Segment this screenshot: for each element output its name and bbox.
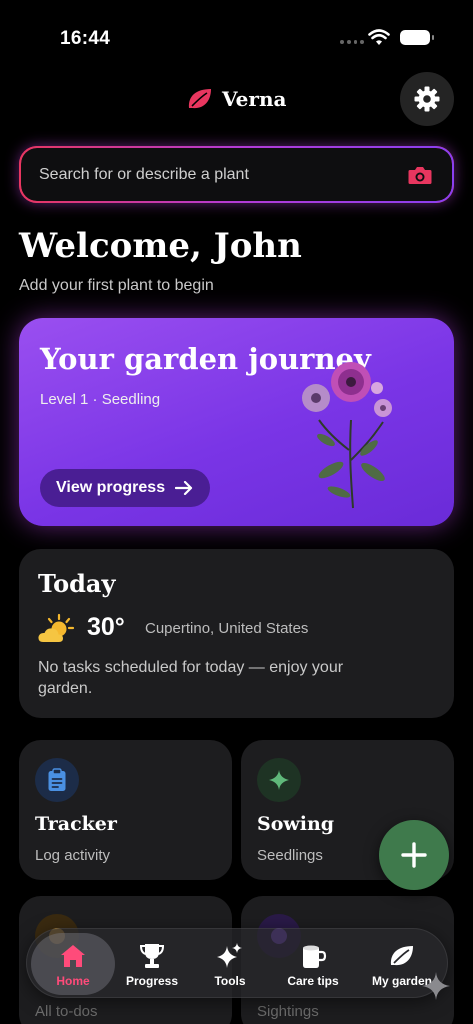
nav-tools[interactable]: Tools: [193, 933, 267, 995]
tracker-title: Tracker: [35, 813, 117, 835]
tracker-subtitle: Log activity: [35, 847, 111, 864]
nav-home-label: Home: [56, 974, 90, 988]
sowing-icon-badge: [257, 758, 301, 802]
plus-icon: [401, 842, 427, 868]
leaf-icon: [390, 946, 413, 966]
trophy-icon: [139, 944, 165, 968]
status-time: 16:44: [60, 28, 111, 49]
search-input[interactable]: [39, 148, 379, 201]
partly-cloudy-icon: [38, 613, 75, 642]
nav-care-tips-label: Care tips: [287, 974, 339, 988]
sightings-subtitle: Sightings: [257, 1003, 319, 1020]
garden-journey-card[interactable]: Your garden journey Level 1 · Seedling V…: [19, 318, 454, 526]
bottom-nav: Home Progress Tools Care tips My garden: [26, 928, 448, 998]
nav-care-tips[interactable]: Care tips: [273, 933, 353, 995]
cellular-signal-icon: [340, 40, 364, 46]
nav-home[interactable]: Home: [31, 933, 115, 995]
nav-progress[interactable]: Progress: [115, 933, 189, 995]
battery-icon: [400, 30, 434, 45]
view-progress-button[interactable]: View progress: [40, 469, 210, 507]
temperature: 30°: [87, 613, 125, 641]
nav-tools-label: Tools: [214, 974, 246, 988]
camera-icon[interactable]: [407, 164, 433, 186]
status-bar: 16:44: [0, 0, 473, 76]
arrow-right-icon: [175, 481, 193, 495]
tracker-icon-badge: [35, 758, 79, 802]
today-title: Today: [38, 569, 116, 598]
location: Cupertino, United States: [145, 620, 309, 637]
todos-subtitle: All to-dos: [35, 1003, 98, 1020]
flower-illustration-icon: [302, 362, 392, 509]
sowing-subtitle: Seedlings: [257, 847, 323, 864]
gear-icon: [414, 86, 440, 112]
welcome-title: Welcome, John: [19, 226, 302, 266]
sparkle-decoration-icon: [422, 972, 450, 1000]
welcome-subtitle: Add your first plant to begin: [19, 277, 214, 294]
search-bar[interactable]: [19, 146, 454, 203]
today-message: No tasks scheduled for today — enjoy you…: [38, 659, 344, 697]
app-brand: Verna: [186, 84, 286, 114]
leaf-logo-icon: [188, 89, 211, 109]
sparkle-icon: [269, 770, 289, 790]
journey-level: Level 1 · Seedling: [40, 391, 161, 408]
clipboard-icon: [48, 768, 66, 791]
add-plant-button[interactable]: [379, 820, 449, 890]
home-icon: [61, 945, 85, 967]
view-progress-label: View progress: [56, 479, 166, 496]
sparkles-icon: [217, 943, 242, 968]
app-name: Verna: [222, 87, 287, 111]
wifi-icon: [368, 29, 390, 45]
tracker-tile[interactable]: Tracker Log activity: [19, 740, 232, 880]
settings-button[interactable]: [400, 72, 454, 126]
nav-progress-label: Progress: [125, 974, 179, 988]
today-card[interactable]: Today 30° Cupertino, United States No ta…: [19, 549, 454, 718]
cup-icon: [303, 945, 327, 968]
sowing-title: Sowing: [257, 813, 335, 835]
